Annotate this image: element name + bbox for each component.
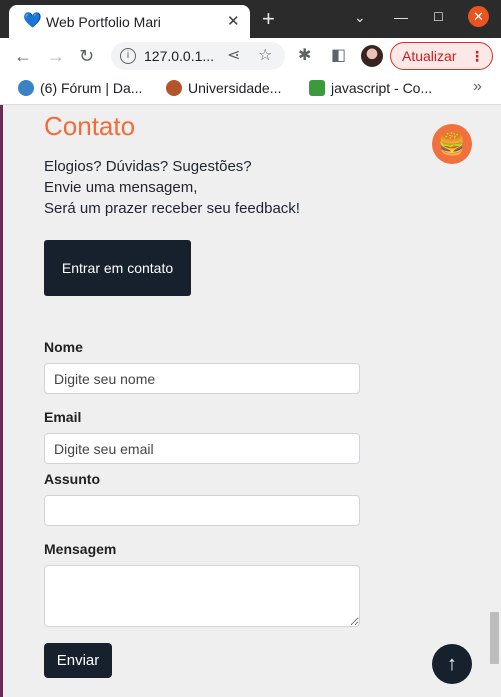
universidade-favicon-icon: [166, 80, 182, 96]
browser-tab[interactable]: 💙 Web Portfolio Mari ✕: [9, 5, 250, 38]
bookmark-label: Universidade...: [188, 80, 282, 96]
forward-icon[interactable]: →: [47, 46, 65, 66]
minimize-icon[interactable]: —: [394, 9, 408, 25]
menu-kebab-icon: ⋮: [470, 48, 484, 64]
extensions-puzzle-icon[interactable]: ✱: [298, 46, 311, 66]
back-icon[interactable]: ←: [14, 46, 32, 66]
site-info-icon[interactable]: i: [120, 48, 136, 64]
share-icon[interactable]: ⋖: [227, 46, 240, 66]
hamburger-icon[interactable]: 🍔: [432, 124, 472, 164]
url-text[interactable]: 127.0.0.1...: [144, 48, 214, 64]
forum-favicon-icon: [18, 80, 34, 96]
stackoverflow-favicon-icon: [309, 80, 325, 96]
message-textarea[interactable]: [44, 565, 360, 627]
bookmark-universidade[interactable]: Universidade...: [166, 80, 281, 96]
bookmark-javascript[interactable]: javascript - Co...: [309, 80, 432, 96]
contact-intro: Elogios? Dúvidas? Sugestões? Envie uma m…: [44, 156, 300, 219]
window-close-icon[interactable]: ✕: [468, 6, 489, 27]
page-viewport: Contato 🍔 Elogios? Dúvidas? Sugestões? E…: [0, 105, 490, 697]
arrow-up-icon[interactable]: ↑: [432, 644, 472, 684]
bookmark-forum[interactable]: (6) Fórum | Da...: [18, 80, 142, 96]
intro-line: Envie uma mensagem,: [44, 179, 198, 196]
subject-label: Assunto: [44, 471, 100, 487]
bookmark-label: javascript - Co...: [331, 80, 433, 96]
update-label: Atualizar: [402, 48, 457, 64]
contact-button[interactable]: Entrar em contato: [44, 240, 191, 296]
update-button[interactable]: Atualizar ⋮: [390, 42, 493, 70]
intro-line: Elogios? Dúvidas? Sugestões?: [44, 158, 252, 175]
bookmarks-bar: (6) Fórum | Da... Universidade... javasc…: [0, 74, 501, 105]
scrollbar-track[interactable]: [490, 105, 501, 697]
maximize-icon[interactable]: ☐: [433, 10, 444, 24]
heart-favicon-icon: 💙: [23, 12, 42, 29]
submit-button[interactable]: Enviar: [44, 643, 112, 678]
tab-title: Web Portfolio Mari: [46, 14, 161, 30]
section-title: Contato: [44, 111, 136, 141]
tab-close-icon[interactable]: ✕: [227, 12, 240, 30]
browser-tabstrip: 💙 Web Portfolio Mari ✕ + ⌄ — ☐ ✕: [0, 0, 501, 38]
scrollbar-thumb[interactable]: [490, 612, 499, 664]
email-input[interactable]: [44, 433, 360, 464]
more-bookmarks-icon[interactable]: »: [473, 78, 482, 96]
new-tab-icon[interactable]: +: [262, 7, 275, 31]
name-label: Nome: [44, 339, 83, 355]
tab-search-chevron-icon[interactable]: ⌄: [354, 9, 366, 26]
side-panel-icon[interactable]: ◧: [331, 46, 346, 66]
email-label: Email: [44, 409, 82, 425]
profile-avatar[interactable]: [361, 45, 383, 67]
reload-icon[interactable]: ↻: [79, 46, 94, 66]
bookmark-label: (6) Fórum | Da...: [40, 80, 143, 96]
name-input[interactable]: [44, 363, 360, 394]
bookmark-star-icon[interactable]: ☆: [258, 46, 272, 66]
browser-toolbar: ← → ↻ i 127.0.0.1... ⋖ ☆ ✱ ◧ Atualizar ⋮: [0, 38, 501, 74]
subject-input[interactable]: [44, 495, 360, 526]
intro-line: Será um prazer receber seu feedback!: [44, 200, 300, 217]
message-label: Mensagem: [44, 541, 117, 557]
